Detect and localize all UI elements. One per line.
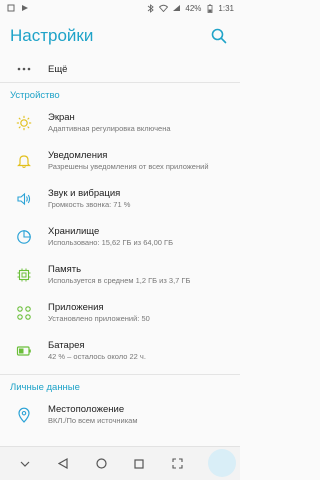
nav-expand-button[interactable]	[14, 453, 36, 475]
watermark-logo	[208, 449, 236, 477]
signal-icon	[172, 4, 181, 13]
apps-grid-icon	[17, 306, 31, 320]
back-button[interactable]	[52, 453, 74, 475]
app-bar: Настройки	[0, 18, 240, 54]
clock: 1:31	[218, 3, 234, 13]
wifi-icon	[159, 4, 169, 13]
settings-item-display[interactable]: Экран Адаптивная регулировка включена	[0, 108, 240, 146]
item-subtitle: Разрешены уведомления от всех приложений	[48, 162, 209, 171]
home-button[interactable]	[90, 453, 112, 475]
back-triangle-icon	[58, 458, 68, 469]
item-title: Экран	[48, 112, 75, 123]
item-title: Звук и вибрация	[48, 188, 121, 199]
memory-chip-icon	[17, 268, 31, 282]
play-store-icon	[20, 4, 29, 13]
status-battery-icon	[205, 4, 214, 13]
settings-list: Ещё Устройство Экран Адаптивная регулиро…	[0, 56, 240, 438]
more-item[interactable]: Ещё	[0, 56, 240, 82]
item-title: Приложения	[48, 302, 104, 313]
item-title: Уведомления	[48, 150, 108, 161]
section-header-personal: Личные данные	[0, 374, 240, 400]
item-subtitle: Установлено приложений: 50	[48, 314, 150, 323]
more-dots-icon	[17, 67, 31, 71]
settings-item-memory[interactable]: Память Используется в среднем 1,2 ГБ из …	[0, 260, 240, 298]
search-icon	[211, 28, 227, 44]
item-subtitle: Используется в среднем 1,2 ГБ из 3,7 ГБ	[48, 276, 191, 285]
bell-icon	[17, 155, 31, 169]
settings-item-sound[interactable]: Звук и вибрация Громкость звонка: 71 %	[0, 184, 240, 222]
notification-icon	[6, 4, 15, 13]
settings-item-location[interactable]: Местоположение ВКЛ./По всем источникам	[0, 400, 240, 438]
location-pin-icon	[18, 407, 30, 423]
chevron-down-icon	[20, 461, 30, 467]
more-label: Ещё	[48, 63, 68, 75]
navigation-bar	[0, 446, 240, 480]
item-subtitle: 42 % – осталось около 22 ч.	[48, 352, 146, 361]
item-title: Память	[48, 264, 82, 275]
page-title: Настройки	[10, 26, 94, 45]
settings-item-notifications[interactable]: Уведомления Разрешены уведомления от все…	[0, 146, 240, 184]
settings-item-battery[interactable]: Батарея 42 % – осталось около 22 ч.	[0, 336, 240, 374]
search-button[interactable]	[208, 25, 230, 47]
battery-percent: 42%	[185, 3, 202, 13]
settings-item-apps[interactable]: Приложения Установлено приложений: 50	[0, 298, 240, 336]
brightness-icon	[16, 115, 32, 131]
battery-icon	[16, 346, 31, 356]
item-subtitle: Адаптивная регулировка включена	[48, 124, 171, 133]
section-header-device: Устройство	[0, 82, 240, 108]
settings-item-storage[interactable]: Хранилище Использовано: 15,62 ГБ из 64,0…	[0, 222, 240, 260]
screenshot-icon	[171, 458, 183, 469]
screenshot-button[interactable]	[166, 453, 188, 475]
home-circle-icon	[95, 458, 107, 469]
recents-button[interactable]	[128, 453, 150, 475]
item-subtitle: ВКЛ./По всем источникам	[48, 416, 138, 425]
item-title: Местоположение	[48, 404, 125, 415]
recents-square-icon	[134, 458, 144, 469]
storage-pie-icon	[17, 230, 31, 244]
item-subtitle: Громкость звонка: 71 %	[48, 200, 131, 209]
status-bar: 42% 1:31	[0, 0, 240, 16]
item-subtitle: Использовано: 15,62 ГБ из 64,00 ГБ	[48, 238, 174, 247]
item-title: Батарея	[48, 340, 85, 351]
bluetooth-icon	[146, 3, 155, 13]
item-title: Хранилище	[48, 226, 100, 237]
volume-icon	[17, 192, 31, 206]
